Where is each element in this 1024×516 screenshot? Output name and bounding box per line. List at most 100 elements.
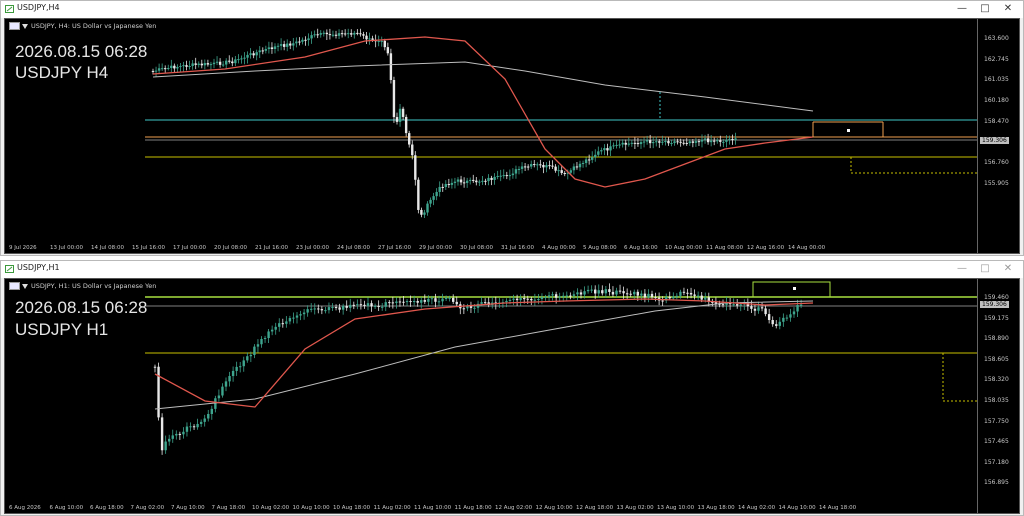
candle-body	[289, 43, 292, 46]
candle-body	[383, 40, 386, 48]
candle-body	[615, 144, 618, 146]
candle-body	[398, 301, 402, 303]
candle-body	[456, 179, 460, 182]
candle-body	[237, 59, 240, 61]
candle-body	[533, 164, 536, 166]
price-chart-area[interactable]: USDJPY, H4: US Dollar vs Japanese Yen 20…	[4, 18, 1020, 254]
candle-body	[601, 290, 604, 294]
window-title: USDJPY,H4	[17, 3, 60, 12]
candle-body	[331, 307, 334, 309]
candle-body	[370, 303, 373, 307]
candle-body	[249, 354, 253, 357]
candle-body	[218, 61, 222, 65]
candle-body	[157, 68, 161, 71]
candle-body	[572, 166, 576, 171]
time-tick-label: 13 Aug 18:00	[697, 505, 735, 511]
window-titlebar[interactable]: USDJPY,H4 — □ ✕	[1, 1, 1023, 18]
candle-body	[278, 323, 281, 327]
candle-body	[478, 181, 481, 183]
candle-body	[526, 166, 530, 168]
time-tick-label: 6 Aug 18:00	[90, 505, 124, 511]
candle-body	[572, 294, 576, 296]
candle-body	[542, 164, 545, 168]
time-tick-label: 20 Jul 08:00	[214, 245, 247, 251]
time-tick-label: 14 Aug 02:00	[738, 505, 776, 511]
restore-button[interactable]: □	[974, 262, 996, 276]
candle-body	[206, 63, 210, 65]
candle-body	[625, 293, 629, 295]
candle-body	[655, 141, 658, 143]
chart-window-h4[interactable]: USDJPY,H4 — □ ✕ USDJPY, H4: US Dollar vs…	[0, 0, 1024, 256]
candle-body	[540, 297, 544, 299]
restore-button[interactable]: □	[974, 2, 996, 16]
candle-body	[767, 314, 771, 321]
candle-body	[700, 295, 703, 300]
candle-body	[670, 143, 673, 145]
candle-body	[700, 139, 704, 142]
candle-body	[661, 141, 664, 143]
candle-body	[728, 138, 731, 140]
candle-body	[157, 366, 160, 418]
candle-body	[545, 165, 548, 168]
candle-body	[210, 408, 213, 414]
chart-window-icon	[5, 265, 14, 273]
candle-body	[154, 70, 158, 72]
candle-body	[231, 370, 235, 377]
candle-body	[661, 300, 664, 302]
candle-body	[481, 180, 484, 182]
candle-body	[239, 366, 242, 368]
candle-body	[171, 435, 174, 439]
time-tick-label: 6 Aug 2026	[9, 505, 41, 511]
minimize-button[interactable]: —	[951, 262, 973, 276]
candle-body	[483, 302, 487, 304]
candle-body	[212, 62, 216, 65]
time-tick-label: 30 Jul 08:00	[460, 245, 493, 251]
minimize-button[interactable]: —	[951, 2, 973, 16]
candle-body	[288, 318, 292, 322]
close-button[interactable]: ✕	[997, 262, 1019, 276]
window-titlebar[interactable]: USDJPY,H1 — □ ✕	[1, 261, 1023, 278]
candle-body	[434, 298, 437, 302]
candle-body	[359, 304, 363, 306]
candle-body	[295, 41, 298, 44]
candle-body	[505, 300, 508, 303]
candle-body	[270, 47, 274, 49]
candle-body	[299, 314, 302, 316]
dashed-zone-bottom	[942, 353, 977, 402]
candle-body	[562, 295, 565, 297]
candle-body	[643, 293, 647, 298]
candle-body	[270, 329, 274, 332]
candle-body	[196, 423, 199, 428]
price-chart-area[interactable]: USDJPY, H1: US Dollar vs Japanese Yen 20…	[4, 278, 1020, 514]
candle-body	[636, 291, 639, 296]
time-tick-label: 14 Jul 08:00	[91, 245, 124, 251]
candle-body	[630, 142, 634, 144]
candle-body	[452, 297, 455, 302]
candle-body	[450, 182, 454, 185]
candle-body	[160, 417, 164, 451]
candle-body	[338, 307, 341, 310]
candle-body	[276, 45, 280, 47]
candle-body	[235, 366, 238, 371]
candle-body	[448, 297, 451, 299]
time-tick-label: 23 Jul 00:00	[296, 245, 329, 251]
candle-body	[225, 60, 228, 65]
target-marker	[793, 287, 796, 290]
candle-body	[423, 300, 426, 302]
candle-body	[583, 291, 586, 295]
candle-body	[584, 159, 588, 164]
time-tick-label: 9 Jul 2026	[9, 245, 37, 251]
close-button[interactable]: ✕	[997, 2, 1019, 16]
chart-window-h1[interactable]: USDJPY,H1 — □ ✕ USDJPY, H1: US Dollar vs…	[0, 260, 1024, 516]
candle-body	[371, 38, 374, 40]
candle-body	[279, 44, 283, 46]
candle-body	[640, 293, 643, 296]
candle-body	[622, 291, 625, 294]
candle-body	[384, 302, 387, 307]
candle-body	[694, 141, 698, 143]
candle-body	[629, 293, 632, 295]
candle-body	[725, 139, 728, 142]
candle-body	[430, 298, 434, 300]
candle-body	[581, 163, 585, 165]
candle-body	[526, 298, 529, 300]
